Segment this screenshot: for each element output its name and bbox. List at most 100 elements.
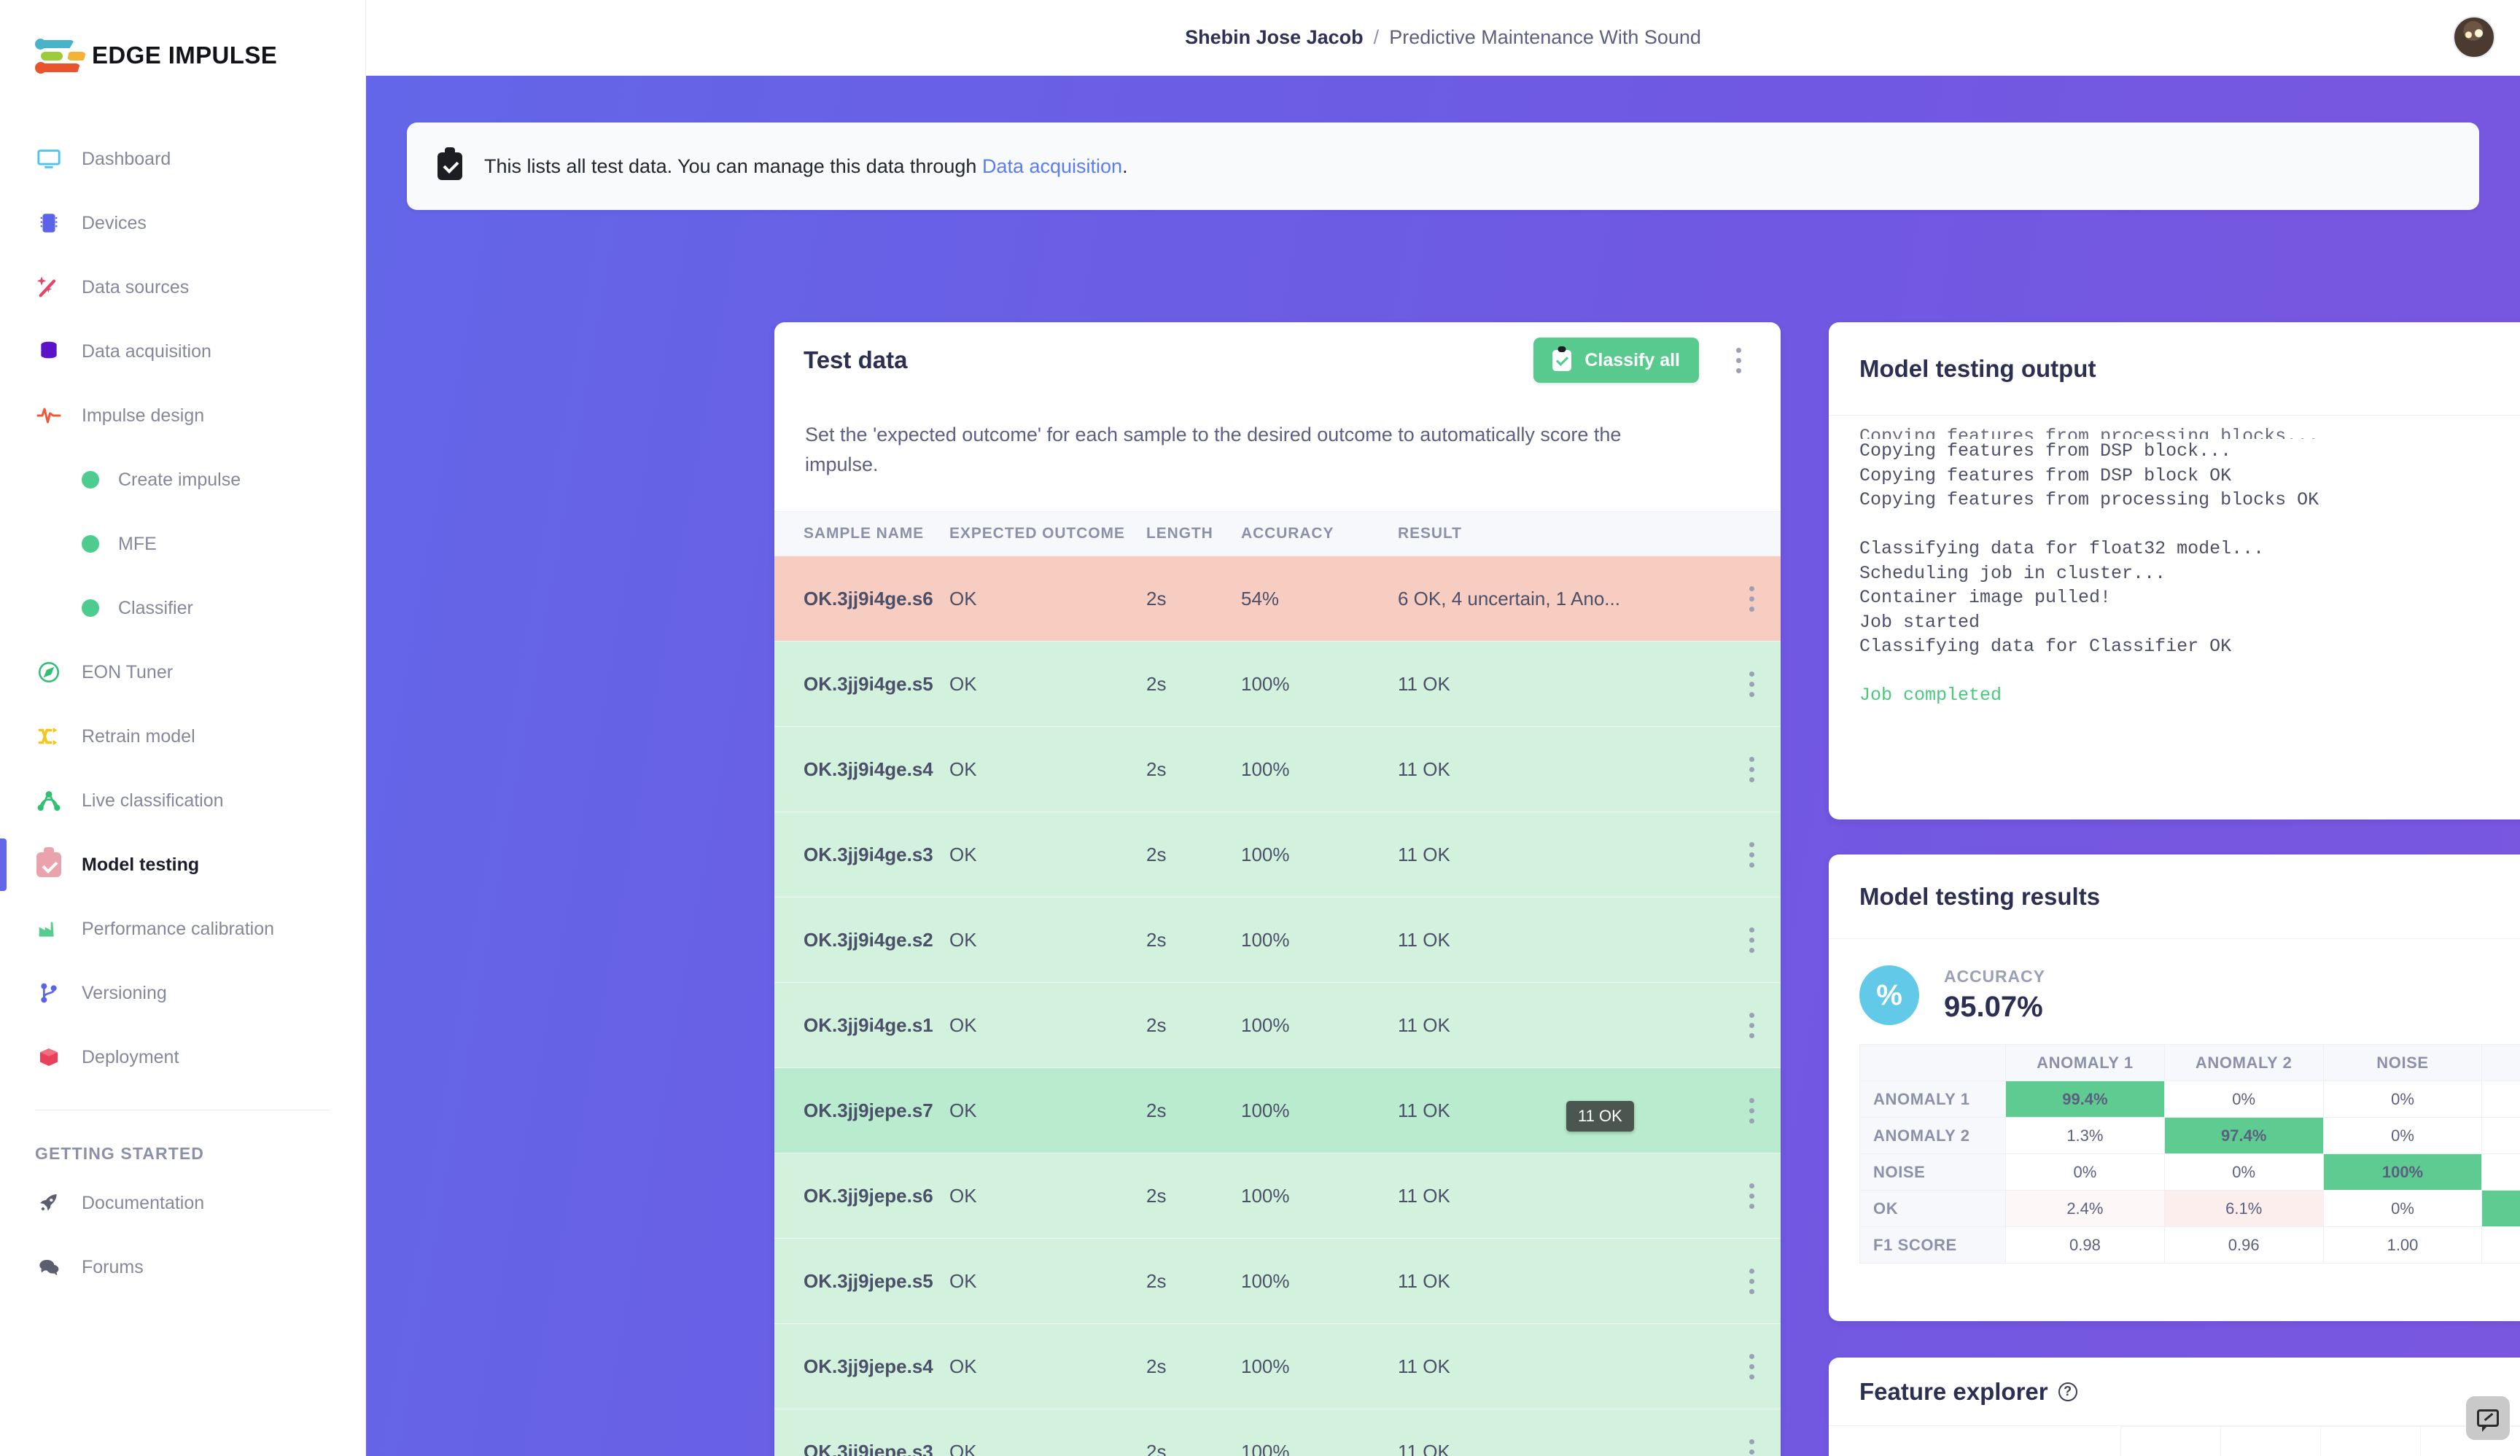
- cell-result[interactable]: 11 OK: [1398, 1323, 1722, 1409]
- cell-result[interactable]: 11 OK: [1398, 1409, 1722, 1456]
- feedback-button[interactable]: [2466, 1396, 2510, 1440]
- sidebar-item-dashboard[interactable]: Dashboard: [0, 127, 365, 191]
- cell-sample-name[interactable]: OK.3jj9jepe.s4: [774, 1323, 949, 1409]
- cell-sample-name[interactable]: OK.3jj9i4ge.s3: [774, 811, 949, 898]
- table-row[interactable]: OK.3jj9i4ge.s3 OK 2s 100% 11 OK: [774, 811, 1781, 898]
- cell-result[interactable]: 11 OK: [1398, 1153, 1722, 1239]
- table-row[interactable]: OK.3jj9i4ge.s6 OK 2s 54% 6 OK, 4 uncertain, …: [774, 556, 1781, 642]
- sidebar-item-documentation[interactable]: Documentation: [0, 1171, 365, 1235]
- sidebar-item-label: Performance calibration: [82, 918, 275, 939]
- sidebar-item-model-testing[interactable]: Model testing: [0, 833, 365, 897]
- cell-expected-outcome[interactable]: OK: [949, 811, 1146, 898]
- cell-sample-name[interactable]: OK.3jj9jepe.s7: [774, 1067, 949, 1153]
- confusion-matrix-cell: 0%: [2322, 1190, 2483, 1227]
- sidebar-item-deployment[interactable]: Deployment: [0, 1025, 365, 1089]
- network-icon: [35, 787, 63, 814]
- model-testing-output-header: Model testing output: [1829, 322, 2520, 416]
- table-row[interactable]: OK.3jj9i4ge.s4 OK 2s 100% 11 OK: [774, 726, 1781, 812]
- test-data-menu-button[interactable]: [1725, 343, 1751, 378]
- cell-expected-outcome[interactable]: OK: [949, 726, 1146, 812]
- column-header-sample-name[interactable]: SAMPLE NAME: [774, 511, 949, 556]
- sidebar-item-retrain-model[interactable]: Retrain model: [0, 704, 365, 768]
- cell-sample-name[interactable]: OK.3jj9i4ge.s5: [774, 641, 949, 727]
- data-acquisition-link[interactable]: Data acquisition: [982, 155, 1122, 177]
- cell-sample-name[interactable]: OK.3jj9jepe.s5: [774, 1238, 949, 1324]
- cell-expected-outcome[interactable]: OK: [949, 641, 1146, 727]
- sidebar-item-versioning[interactable]: Versioning: [0, 961, 365, 1025]
- status-dot-icon: [82, 535, 99, 553]
- row-menu-button[interactable]: [1722, 1238, 1781, 1324]
- row-menu-button[interactable]: [1722, 1323, 1781, 1409]
- cell-expected-outcome[interactable]: OK: [949, 1067, 1146, 1153]
- sidebar-item-eon-tuner[interactable]: EON Tuner: [0, 640, 365, 704]
- sidebar-item-classifier[interactable]: Classifier: [0, 576, 365, 640]
- row-menu-button[interactable]: [1722, 1409, 1781, 1456]
- table-row[interactable]: OK.3jj9jepe.s3 OK 2s 100% 11 OK: [774, 1409, 1781, 1456]
- help-icon[interactable]: ?: [2058, 1382, 2077, 1401]
- cell-expected-outcome[interactable]: OK: [949, 1323, 1146, 1409]
- test-data-table: SAMPLE NAME EXPECTED OUTCOME LENGTH ACCU…: [774, 511, 1781, 1456]
- cell-accuracy: 100%: [1241, 1323, 1398, 1409]
- app-logo[interactable]: EDGE IMPULSE: [0, 0, 365, 74]
- cell-sample-name[interactable]: OK.3jj9i4ge.s2: [774, 897, 949, 983]
- feature-explorer-plot[interactable]: [2120, 1426, 2520, 1456]
- sidebar-item-mfe[interactable]: MFE: [0, 512, 365, 576]
- cell-length: 2s: [1146, 726, 1241, 812]
- cell-result[interactable]: 11 OK: [1398, 897, 1722, 983]
- table-row[interactable]: OK.3jj9jepe.s6 OK 2s 100% 11 OK: [774, 1153, 1781, 1239]
- cell-expected-outcome[interactable]: OK: [949, 1153, 1146, 1239]
- row-menu-button[interactable]: [1722, 556, 1781, 642]
- sidebar-item-forums[interactable]: Forums: [0, 1235, 365, 1299]
- sidebar-item-data-sources[interactable]: Data sources: [0, 255, 365, 319]
- sidebar-item-performance-calibration[interactable]: Performance calibration: [0, 897, 365, 961]
- cell-sample-name[interactable]: OK.3jj9i4ge.s1: [774, 982, 949, 1068]
- classify-all-button[interactable]: Classify all: [1533, 338, 1699, 383]
- column-header-length[interactable]: LENGTH: [1146, 511, 1241, 556]
- row-menu-button[interactable]: [1722, 1067, 1781, 1153]
- breadcrumb-project[interactable]: Predictive Maintenance With Sound: [1389, 26, 1701, 48]
- cell-result[interactable]: 6 OK, 4 uncertain, 1 Ano...: [1398, 556, 1722, 642]
- table-row[interactable]: OK.3jj9i4ge.s2 OK 2s 100% 11 OK: [774, 897, 1781, 983]
- row-menu-button[interactable]: [1722, 1153, 1781, 1239]
- row-menu-button[interactable]: [1722, 982, 1781, 1068]
- cell-result[interactable]: 11 OK: [1398, 726, 1722, 812]
- row-menu-button[interactable]: [1722, 726, 1781, 812]
- column-header-result[interactable]: RESULT: [1398, 511, 1722, 556]
- cell-sample-name[interactable]: OK.3jj9i4ge.s4: [774, 726, 949, 812]
- cell-sample-name[interactable]: OK.3jj9jepe.s3: [774, 1409, 949, 1456]
- console-clipped-line: Copying features from processing blocks.…: [1859, 426, 2319, 439]
- cell-result[interactable]: 11 OK: [1398, 982, 1722, 1068]
- cell-sample-name[interactable]: OK.3jj9jepe.s6: [774, 1153, 949, 1239]
- sidebar-item-label: Deployment: [82, 1046, 179, 1067]
- percent-icon: %: [1859, 965, 1919, 1025]
- cell-expected-outcome[interactable]: OK: [949, 1409, 1146, 1456]
- cell-expected-outcome[interactable]: OK: [949, 1238, 1146, 1324]
- table-row[interactable]: OK.3jj9jepe.s4 OK 2s 100% 11 OK: [774, 1323, 1781, 1409]
- cell-length: 2s: [1146, 811, 1241, 898]
- cell-result[interactable]: 11 OK: [1398, 1067, 1722, 1153]
- sidebar-item-data-acquisition[interactable]: Data acquisition: [0, 319, 365, 384]
- sidebar-item-impulse-design[interactable]: Impulse design: [0, 384, 365, 448]
- avatar[interactable]: [2453, 16, 2495, 58]
- sidebar-item-devices[interactable]: Devices: [0, 191, 365, 255]
- cell-expected-outcome[interactable]: OK: [949, 556, 1146, 642]
- column-header-accuracy[interactable]: ACCURACY: [1241, 511, 1398, 556]
- table-row[interactable]: OK.3jj9i4ge.s1 OK 2s 100% 11 OK: [774, 982, 1781, 1068]
- row-menu-button[interactable]: [1722, 897, 1781, 983]
- cell-sample-name[interactable]: OK.3jj9i4ge.s6: [774, 556, 949, 642]
- breadcrumb-user[interactable]: Shebin Jose Jacob: [1185, 26, 1364, 48]
- row-menu-button[interactable]: [1722, 811, 1781, 898]
- cell-result[interactable]: 11 OK: [1398, 641, 1722, 727]
- cell-expected-outcome[interactable]: OK: [949, 982, 1146, 1068]
- sidebar-item-create-impulse[interactable]: Create impulse: [0, 448, 365, 512]
- table-row[interactable]: OK.3jj9i4ge.s5 OK 2s 100% 11 OK: [774, 641, 1781, 727]
- sidebar-item-live-classification[interactable]: Live classification: [0, 768, 365, 833]
- cell-expected-outcome[interactable]: OK: [949, 897, 1146, 983]
- column-header-expected-outcome[interactable]: EXPECTED OUTCOME: [949, 511, 1146, 556]
- cell-result[interactable]: 11 OK: [1398, 1238, 1722, 1324]
- row-menu-button[interactable]: [1722, 641, 1781, 727]
- table-row[interactable]: OK.3jj9jepe.s5 OK 2s 100% 11 OK: [774, 1238, 1781, 1324]
- cell-result[interactable]: 11 OK: [1398, 811, 1722, 898]
- cell-accuracy: 100%: [1241, 1153, 1398, 1239]
- legend-item[interactable]: Anomaly 1 - correct: [1859, 1451, 2120, 1456]
